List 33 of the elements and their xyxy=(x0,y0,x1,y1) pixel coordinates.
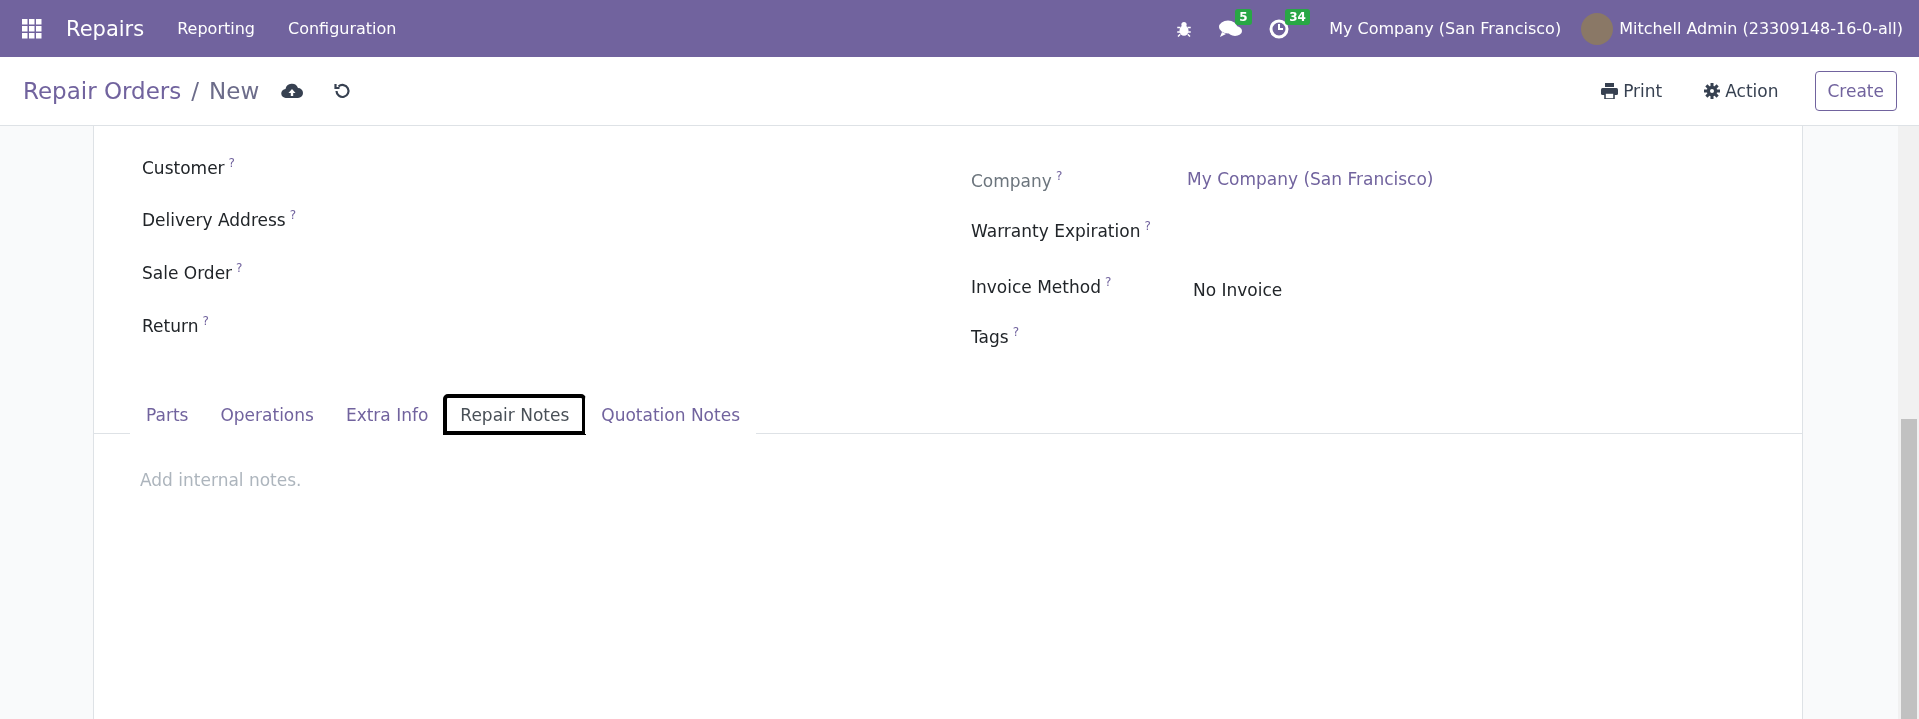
field-label: Tags $^{?}$ xyxy=(971,325,1020,347)
discard-icon[interactable] xyxy=(333,82,352,100)
notebook-tab[interactable]: Repair Notes xyxy=(444,395,586,434)
clock-icon[interactable] xyxy=(1269,18,1290,39)
field-label: Sale Order $^{?}$ xyxy=(142,261,244,283)
action-button[interactable]: Action xyxy=(1698,80,1785,102)
breadcrumb-current: New xyxy=(209,78,260,104)
menu-item[interactable]: Configuration xyxy=(287,19,397,38)
messages-count-badge: 5 xyxy=(1235,8,1252,25)
field-label: Delivery Address $^{?}$ xyxy=(142,208,298,230)
field-label: Customer $^{?}$ xyxy=(142,156,236,178)
gear-icon xyxy=(1704,83,1721,99)
app-name[interactable]: Repairs xyxy=(66,16,145,41)
save-icon[interactable] xyxy=(281,82,304,100)
company-link[interactable]: My Company (San Francisco) xyxy=(1187,169,1434,189)
activities-count-badge: 34 xyxy=(1285,8,1310,25)
breadcrumb-link[interactable]: Repair Orders xyxy=(23,78,182,104)
printer-icon xyxy=(1601,83,1619,99)
field-label: Return $^{?}$ xyxy=(142,314,210,336)
company-switcher[interactable]: My Company (San Francisco) xyxy=(1329,19,1562,38)
field-value[interactable]: No Invoice xyxy=(1193,280,1283,300)
menu-item[interactable]: Reporting xyxy=(177,19,255,38)
field-label: Warranty Expiration $^{?}$ xyxy=(971,219,1152,241)
breadcrumb-separator: / xyxy=(191,78,200,104)
field-label: Invoice Method $^{?}$ xyxy=(971,275,1113,297)
create-button[interactable]: Create xyxy=(1814,71,1897,111)
bug-icon[interactable] xyxy=(1175,19,1194,38)
notebook-tab[interactable]: Quotation Notes xyxy=(585,395,756,434)
scrollbar[interactable] xyxy=(1898,126,1919,719)
field-label: Company $^{?}$ xyxy=(971,169,1064,191)
apps-menu-icon[interactable] xyxy=(22,18,42,39)
print-button[interactable]: Print xyxy=(1595,80,1669,102)
user-menu[interactable]: Mitchell Admin (23309148-16-0-all) xyxy=(1619,19,1903,38)
